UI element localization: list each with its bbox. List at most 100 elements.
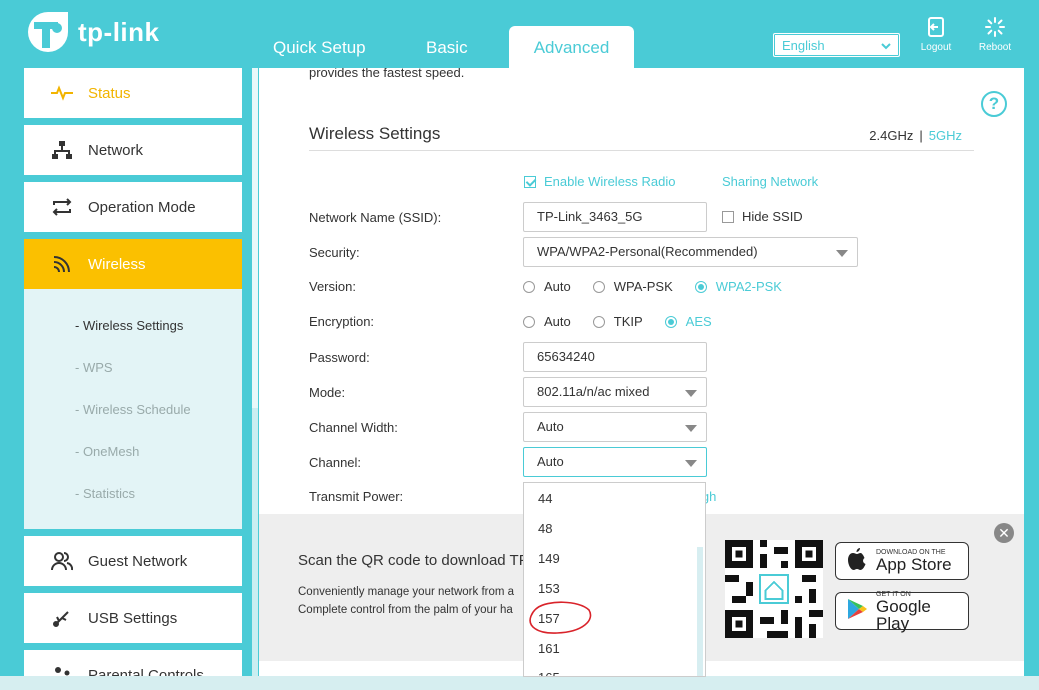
channel-option-161[interactable]: 161	[538, 641, 560, 656]
sidebar-scroll-thumb[interactable]	[252, 68, 258, 408]
guests-icon	[50, 549, 74, 573]
google-play-text: GET IT ON Google Play	[876, 591, 968, 632]
encryption-auto-radio[interactable]: Auto	[523, 314, 571, 329]
radio-label: AES	[685, 314, 712, 329]
swap-icon	[50, 195, 74, 219]
wireless-submenu: - Wireless Settings - WPS - Wireless Sch…	[24, 289, 242, 529]
submenu-wireless-settings[interactable]: - Wireless Settings	[75, 318, 183, 333]
channel-option-165[interactable]: 165	[538, 670, 560, 676]
sidebar-item-label: USB Settings	[88, 609, 178, 627]
security-select[interactable]: WPA/WPA2-Personal(Recommended)	[523, 237, 858, 267]
mode-label: Mode:	[309, 385, 346, 400]
sidebar-item-status[interactable]: Status	[24, 68, 242, 118]
network-icon	[50, 138, 74, 162]
encryption-tkip-radio[interactable]: TKIP	[592, 314, 643, 329]
mode-value: 802.11a/n/ac mixed	[537, 384, 650, 399]
tp-link-logo: tp-link	[24, 8, 160, 56]
channel-dropdown-list: 44 48 149 153 157 161 165	[523, 482, 706, 677]
band-switch: 2.4GHz | 5GHz	[869, 128, 962, 143]
sidebar-item-wireless[interactable]: Wireless	[24, 239, 242, 289]
pulse-icon	[50, 81, 74, 105]
sidebar-item-label: Status	[88, 84, 131, 102]
channel-option-153[interactable]: 153	[538, 581, 560, 596]
version-wpa2-psk-radio[interactable]: WPA2-PSK	[694, 279, 782, 294]
submenu-onemesh[interactable]: - OneMesh	[75, 444, 139, 459]
app-store-text: DOWNLOAD ON THE App Store	[876, 549, 952, 573]
sidebar-item-guest-network[interactable]: Guest Network	[24, 536, 242, 586]
sidebar-item-network[interactable]: Network	[24, 125, 242, 175]
band-5ghz[interactable]: 5GHz	[929, 128, 962, 143]
banner-line-2: Complete control from the palm of your h…	[298, 604, 513, 616]
channel-width-label: Channel Width:	[309, 420, 398, 435]
logout-button[interactable]: Logout	[914, 16, 958, 53]
channel-value: Auto	[537, 454, 564, 469]
radio-label: Auto	[544, 279, 571, 294]
ssid-input[interactable]: TP-Link_3463_5G	[523, 202, 707, 232]
reboot-button[interactable]: Reboot	[973, 16, 1017, 53]
version-label: Version:	[309, 279, 356, 294]
channel-option-149[interactable]: 149	[538, 551, 560, 566]
language-value: English	[782, 37, 825, 53]
dropdown-arrow-icon	[685, 390, 697, 397]
dropdown-arrow-icon	[685, 425, 697, 432]
mode-select[interactable]: 802.11a/n/ac mixed	[523, 377, 707, 407]
band-separator: |	[919, 128, 923, 143]
password-label: Password:	[309, 350, 370, 365]
app-store-big-text: App Store	[876, 555, 952, 574]
radio-label: WPA2-PSK	[715, 279, 782, 294]
submenu-statistics[interactable]: - Statistics	[75, 486, 135, 501]
version-auto-radio[interactable]: Auto	[523, 279, 571, 294]
dropdown-arrow-icon	[836, 250, 848, 257]
google-play-button[interactable]: GET IT ON Google Play	[835, 591, 969, 632]
version-wpa-psk-radio[interactable]: WPA-PSK	[592, 279, 673, 294]
ssid-label: Network Name (SSID):	[309, 210, 442, 225]
submenu-wireless-schedule[interactable]: - Wireless Schedule	[75, 402, 191, 417]
wifi-icon	[50, 252, 74, 276]
hide-ssid-checkbox[interactable]: Hide SSID	[722, 209, 803, 224]
logo-text: tp-link	[78, 16, 160, 47]
band-24ghz[interactable]: 2.4GHz	[869, 128, 913, 143]
checkbox-checked-icon	[524, 175, 536, 188]
tp-link-logo-icon	[24, 8, 72, 56]
channel-width-value: Auto	[537, 419, 564, 434]
enable-wireless-radio-label: Enable Wireless Radio	[544, 174, 676, 189]
transmit-power-label: Transmit Power:	[309, 489, 404, 504]
sidebar-item-usb-settings[interactable]: USB Settings	[24, 593, 242, 643]
version-radio-group: Auto WPA-PSK WPA2-PSK	[523, 279, 804, 294]
channel-select[interactable]: Auto	[523, 447, 707, 477]
page-bottom-bar	[0, 676, 1039, 690]
apple-icon	[846, 546, 868, 577]
language-select[interactable]: English	[773, 33, 900, 57]
security-label: Security:	[309, 245, 360, 260]
sharing-network-link[interactable]: Sharing Network	[722, 174, 818, 189]
help-icon[interactable]: ?	[981, 91, 1007, 117]
tab-basic[interactable]: Basic	[426, 38, 468, 58]
section-divider	[309, 150, 974, 151]
section-title: Wireless Settings	[309, 124, 441, 143]
google-play-icon	[846, 597, 868, 626]
app-store-button[interactable]: DOWNLOAD ON THE App Store	[835, 542, 969, 580]
radio-label: WPA-PSK	[613, 279, 673, 294]
sidebar-item-label: Operation Mode	[88, 198, 196, 216]
dropdown-scrollbar[interactable]	[697, 547, 703, 676]
enable-wireless-radio-checkbox[interactable]: Enable Wireless Radio	[524, 174, 676, 189]
encryption-aes-radio[interactable]: AES	[664, 314, 712, 329]
channel-option-44[interactable]: 44	[538, 491, 552, 506]
usb-icon	[50, 606, 74, 630]
channel-width-select[interactable]: Auto	[523, 412, 707, 442]
sidebar-item-label: Wireless	[88, 255, 146, 273]
banner-title: Scan the QR code to download TP	[298, 552, 529, 569]
password-input[interactable]: 65634240	[523, 342, 707, 372]
reboot-icon	[973, 16, 1017, 38]
channel-option-48[interactable]: 48	[538, 521, 552, 536]
google-play-big-text: Google Play	[876, 596, 931, 633]
close-banner-icon[interactable]: ✕	[994, 523, 1014, 543]
channel-label: Channel:	[309, 455, 362, 470]
logout-icon	[914, 16, 958, 38]
sidebar-item-operation-mode[interactable]: Operation Mode	[24, 182, 242, 232]
tab-quick-setup[interactable]: Quick Setup	[273, 38, 366, 58]
hide-ssid-label: Hide SSID	[742, 209, 803, 224]
tab-advanced[interactable]: Advanced	[509, 26, 634, 68]
submenu-wps[interactable]: - WPS	[75, 360, 113, 375]
sidebar-item-label: Network	[88, 141, 144, 159]
